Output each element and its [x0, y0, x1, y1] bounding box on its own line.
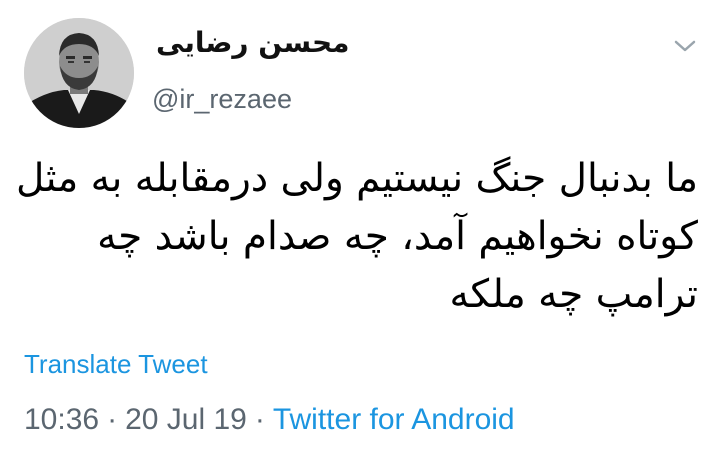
tweet-text-line: ما بدنبال جنگ نیستیم ولی درمقابله به مثل — [16, 156, 698, 201]
tweet-meta: 10:36 · 20 Jul 19 · Twitter for Android — [24, 403, 515, 437]
avatar[interactable] — [24, 18, 134, 128]
display-name[interactable]: محسن رضایی — [156, 26, 349, 59]
tweet-source-link[interactable]: Twitter for Android — [273, 403, 515, 436]
tweet-card: محسن رضایی @ir_rezaee ما بدنبال جنگ نیست… — [0, 0, 720, 454]
tweet-text-line: ترامپ چه ملکه — [449, 272, 698, 317]
avatar-photo — [24, 18, 134, 128]
tweet-date[interactable]: 20 Jul 19 — [125, 403, 247, 436]
chevron-down-icon[interactable] — [672, 36, 698, 56]
tweet-time[interactable]: 10:36 — [24, 403, 99, 436]
tweet-text: ما بدنبال جنگ نیستیم ولی درمقابله به مثل… — [16, 150, 698, 324]
user-handle[interactable]: @ir_rezaee — [152, 84, 292, 115]
meta-separator: · — [107, 403, 118, 436]
tweet-text-line: کوتاه نخواهیم آمد، چه صدام باشد چه — [97, 214, 698, 259]
meta-separator: · — [254, 403, 265, 436]
translate-tweet-link[interactable]: Translate Tweet — [24, 349, 208, 380]
